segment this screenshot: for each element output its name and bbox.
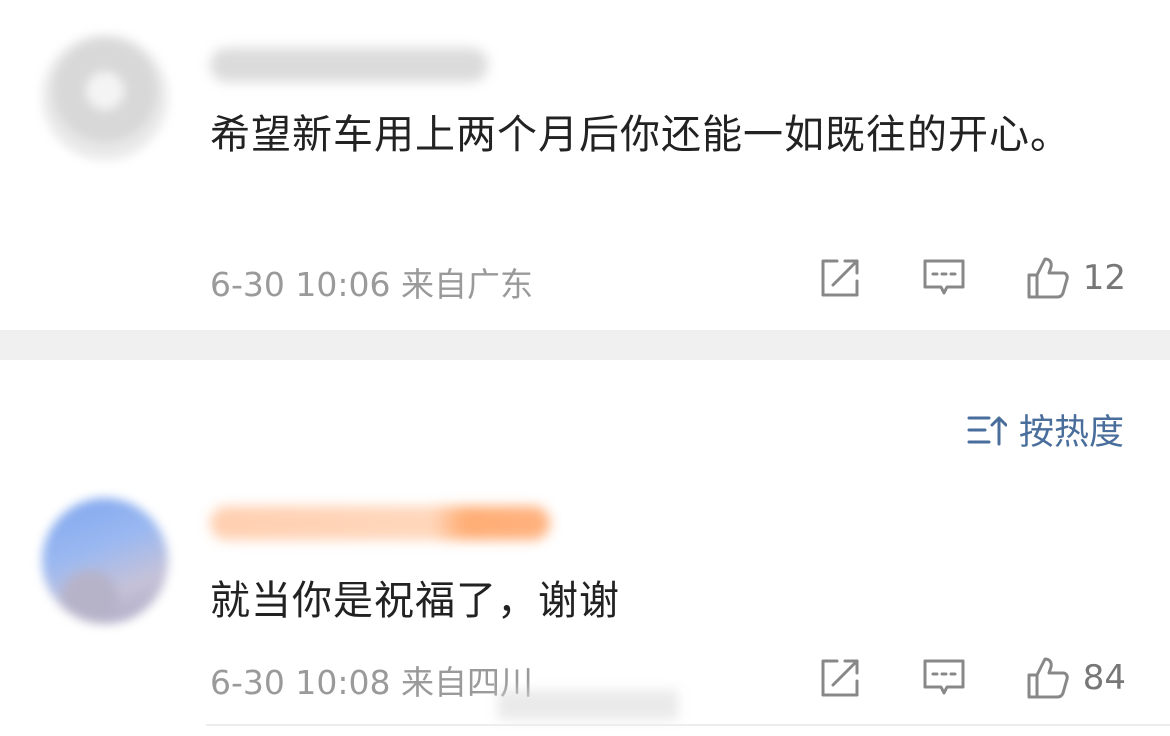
repost-button[interactable] <box>817 255 863 301</box>
comment-actions: 84 <box>759 650 1126 706</box>
username-blurred[interactable] <box>210 506 550 540</box>
username-blurred[interactable] <box>210 48 488 82</box>
sort-toggle[interactable]: 按热度 <box>967 404 1124 455</box>
comment-actions: 12 <box>759 250 1126 306</box>
reply-button[interactable] <box>921 655 967 701</box>
like-count: 12 <box>1082 258 1126 298</box>
comment-location: 来自广东 <box>401 265 533 304</box>
avatar[interactable] <box>42 498 168 624</box>
share-edit-icon <box>821 259 859 297</box>
sort-icon <box>967 416 1007 445</box>
watermark-blurred <box>498 690 678 720</box>
comment-bubble-icon <box>923 259 965 295</box>
share-edit-icon <box>821 659 859 697</box>
comment-item: 希望新车用上两个月后你还能一如既往的开心。 6-30 10:06 来自广东 12 <box>0 0 1170 330</box>
thumbs-up-icon <box>1027 657 1069 699</box>
comment-text: 希望新车用上两个月后你还能一如既往的开心。 <box>210 112 1071 158</box>
comment-text: 就当你是祝福了，谢谢 <box>210 578 620 624</box>
like-count: 84 <box>1082 658 1126 698</box>
avatar[interactable] <box>42 34 168 160</box>
comment-date: 6-30 10:06 <box>210 265 391 304</box>
comment-date: 6-30 10:08 <box>210 663 391 702</box>
bottom-divider <box>206 724 1170 726</box>
comment-meta: 6-30 10:06 来自广东 <box>210 258 533 306</box>
sort-label: 按热度 <box>1018 413 1124 453</box>
comment-meta: 6-30 10:08 来自四川 <box>210 656 533 704</box>
repost-button[interactable] <box>817 655 863 701</box>
comment-bubble-icon <box>923 659 965 695</box>
like-button[interactable]: 84 <box>1025 655 1126 701</box>
reply-button[interactable] <box>921 255 967 301</box>
like-button[interactable]: 12 <box>1025 255 1126 301</box>
section-divider <box>0 330 1170 360</box>
thumbs-up-icon <box>1027 257 1069 299</box>
